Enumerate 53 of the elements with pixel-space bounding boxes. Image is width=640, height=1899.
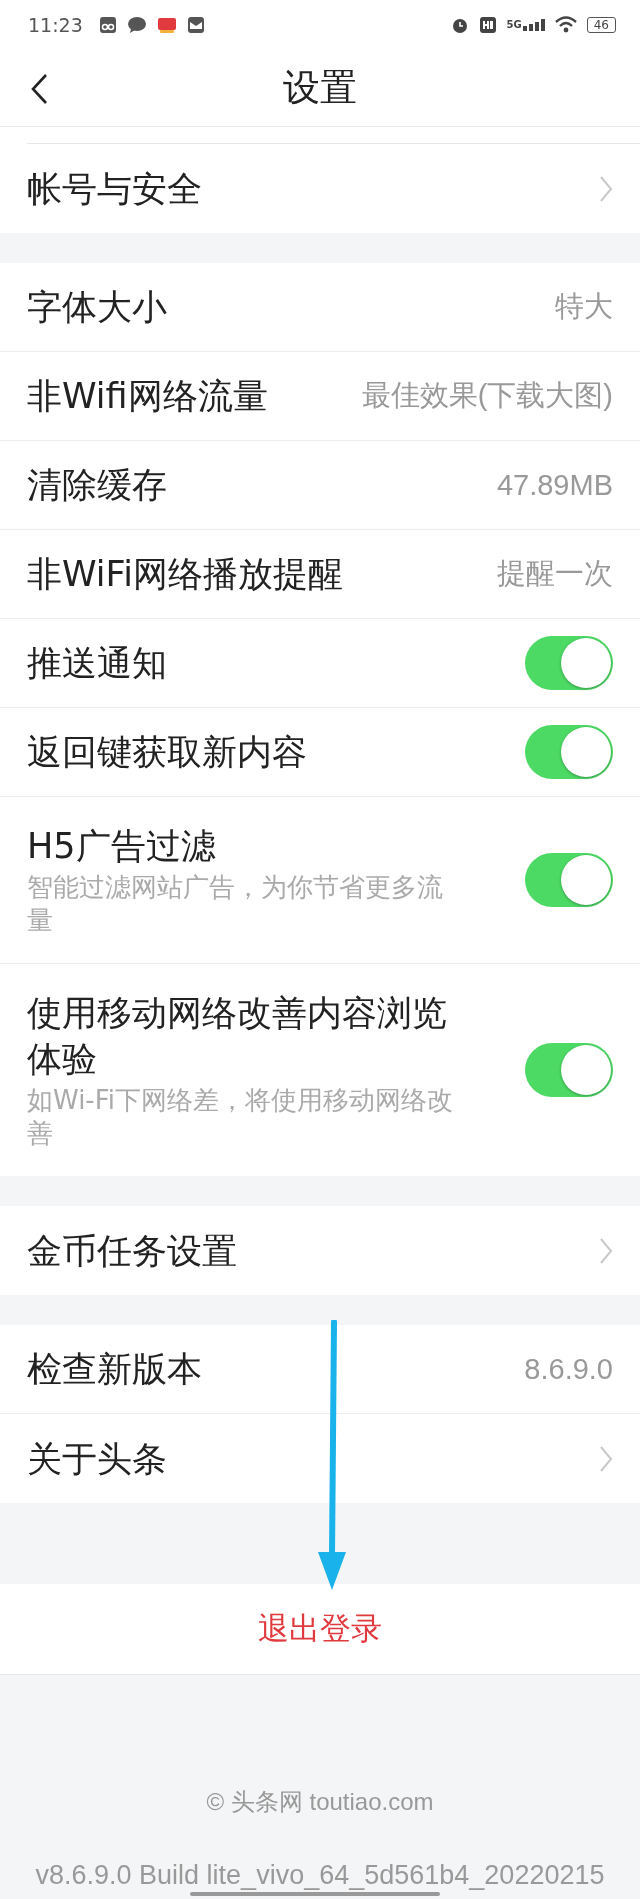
settings-row[interactable]: 检查新版本 8.6.9.0: [0, 1325, 640, 1414]
chevron-icon: [599, 1236, 613, 1265]
settings-row[interactable]: 字体大小 特大: [0, 263, 640, 352]
settings-row[interactable]: 清除缓存 47.89MB: [0, 441, 640, 530]
row-label: H5广告过滤: [27, 825, 217, 868]
row-value: 8.6.9.0: [524, 1352, 613, 1386]
settings-row[interactable]: H5广告过滤 智能过滤网站广告，为你节省更多流量: [0, 797, 640, 964]
app-icon: [156, 16, 177, 34]
settings-row[interactable]: 推送通知: [0, 619, 640, 708]
mail-icon: [186, 16, 205, 34]
chat-bubble-icon: [126, 16, 147, 34]
row-label: 返回键获取新内容: [27, 731, 307, 774]
settings-row[interactable]: 非WiFi网络播放提醒 提醒一次: [0, 530, 640, 619]
row-label: 字体大小: [27, 286, 167, 329]
page-title: 设置: [283, 65, 357, 111]
row-value: 提醒一次: [497, 556, 613, 591]
copyright-text: © 头条网 toutiao.com: [206, 1787, 434, 1817]
row-value: 最佳效果(下载大图): [361, 378, 613, 413]
chevron-icon: [599, 174, 613, 203]
settings-row[interactable]: 关于头条: [0, 1414, 640, 1503]
build-version-text: v8.6.9.0 Build lite_vivo_64_5d561b4_20220215: [35, 1860, 605, 1891]
settings-row[interactable]: 金币任务设置: [0, 1206, 640, 1295]
settings-row[interactable]: 使用移动网络改善内容浏览体验 如Wi-Fi下网络差，将使用移动网络改善: [0, 964, 640, 1176]
toggle-switch[interactable]: [525, 636, 613, 690]
clock-time: 11:23: [28, 14, 83, 36]
row-label: 推送通知: [27, 642, 167, 685]
battery: 46: [586, 17, 616, 33]
row-label: 清除缓存: [27, 464, 167, 507]
toggle-switch[interactable]: [525, 725, 613, 779]
row-value: 特大: [555, 289, 613, 324]
chevron-icon: [599, 1444, 613, 1473]
row-label: 金币任务设置: [27, 1229, 237, 1273]
row-label: 非Wifi网络流量: [27, 375, 268, 418]
hd-icon: [478, 16, 497, 34]
toggle-switch[interactable]: [525, 1043, 613, 1097]
row-value: 47.89MB: [496, 468, 613, 502]
settings-row[interactable]: 非Wifi网络流量 最佳效果(下载大图): [0, 352, 640, 441]
logout-button[interactable]: 退出登录: [238, 1598, 402, 1660]
settings-row[interactable]: 返回键获取新内容: [0, 708, 640, 797]
signal-icon: [522, 19, 545, 31]
wifi-icon: [554, 16, 577, 34]
row-description: 如Wi-Fi下网络差，将使用移动网络改善: [27, 1084, 455, 1150]
row-description: 智能过滤网站广告，为你节省更多流量: [27, 871, 444, 937]
row-label: 帐号与安全: [27, 167, 202, 211]
row-label: 检查新版本: [27, 1348, 202, 1391]
back-icon: [30, 73, 48, 105]
alarm-clock-icon: [450, 16, 469, 34]
network-type: 5G: [506, 19, 522, 30]
toggle-switch[interactable]: [525, 853, 613, 907]
row-label: 非WiFi网络播放提醒: [27, 553, 343, 596]
settings-row[interactable]: 帐号与安全: [0, 144, 640, 233]
row-label: 使用移动网络改善内容浏览体验: [27, 992, 448, 1081]
row-label: 关于头条: [27, 1437, 167, 1481]
